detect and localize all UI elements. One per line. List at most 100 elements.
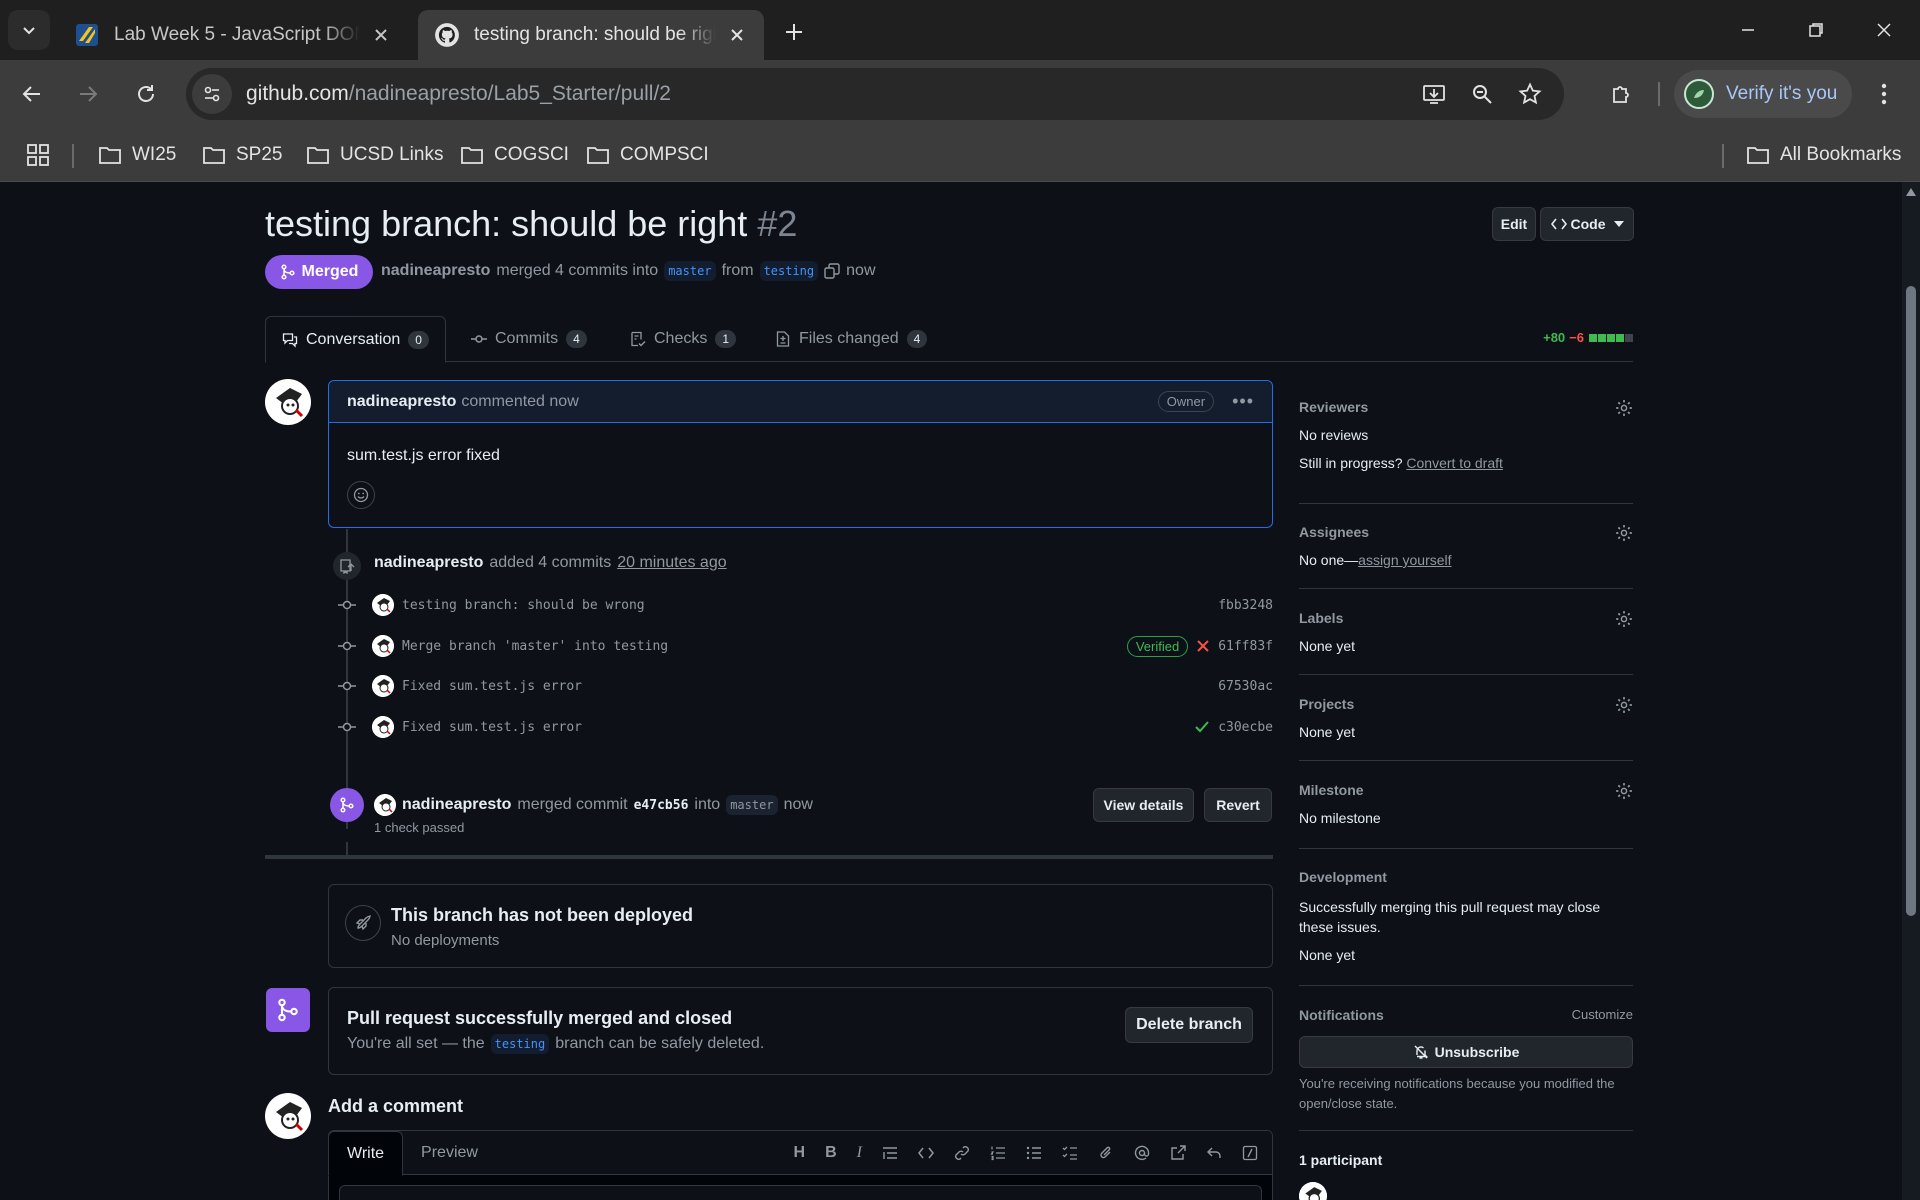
link-icon[interactable] — [954, 1145, 970, 1161]
gear-icon[interactable] — [1615, 399, 1633, 417]
ordered-list-icon[interactable] — [990, 1145, 1006, 1161]
commit-author-avatar[interactable] — [372, 635, 394, 657]
bookmark-folder-ucsd-links[interactable]: UCSD Links — [306, 140, 443, 170]
head-branch-label[interactable]: testing — [759, 261, 819, 281]
base-branch-label[interactable]: master — [664, 261, 716, 281]
bookmark-folder-wi25[interactable]: WI25 — [98, 140, 176, 170]
reload-button[interactable] — [126, 74, 166, 114]
check-pass-icon[interactable] — [1194, 720, 1210, 734]
gear-icon[interactable] — [1615, 524, 1633, 542]
page-scrollbar[interactable] — [1902, 182, 1920, 1200]
all-bookmarks-button[interactable]: All Bookmarks — [1746, 140, 1901, 170]
milestone-heading[interactable]: Milestone — [1299, 782, 1633, 798]
heading-icon[interactable]: H — [794, 1144, 806, 1162]
apps-button[interactable] — [26, 140, 60, 170]
unsubscribe-button[interactable]: Unsubscribe — [1299, 1036, 1633, 1068]
commit-message[interactable]: testing branch: should be wrong — [402, 598, 645, 613]
attach-icon[interactable] — [1098, 1145, 1114, 1161]
comment-author[interactable]: nadineapresto — [347, 393, 456, 411]
delete-branch-button[interactable]: Delete branch — [1125, 1007, 1253, 1043]
gear-icon[interactable] — [1615, 696, 1633, 714]
quote-icon[interactable] — [882, 1145, 898, 1161]
site-settings-icon[interactable] — [192, 74, 232, 114]
commit-author-avatar[interactable] — [372, 594, 394, 616]
close-tab-icon[interactable] — [370, 24, 392, 46]
comment-textarea[interactable] — [339, 1185, 1262, 1200]
bookmark-star-icon[interactable] — [1514, 78, 1546, 110]
browser-menu-button[interactable] — [1864, 74, 1904, 114]
commit-message[interactable]: Merge branch 'master' into testing — [402, 639, 668, 654]
projects-heading[interactable]: Projects — [1299, 696, 1633, 712]
close-window-button[interactable] — [1856, 10, 1912, 50]
scroll-up-icon[interactable] — [1906, 188, 1916, 196]
convert-to-draft-link[interactable]: Convert to draft — [1406, 455, 1503, 471]
edit-title-button[interactable]: Edit — [1492, 207, 1536, 241]
event-time[interactable]: 20 minutes ago — [617, 554, 726, 572]
browser-tab-lab-week[interactable]: Lab Week 5 - JavaScript DOM B — [58, 10, 408, 60]
merge-branch[interactable]: master — [726, 795, 778, 815]
participant-avatar[interactable] — [1299, 1182, 1327, 1200]
merge-author[interactable]: nadineapresto — [402, 796, 511, 814]
bookmark-folder-compsci[interactable]: COMPSCI — [586, 140, 709, 170]
reviewers-heading[interactable]: Reviewers — [1299, 399, 1633, 415]
labels-heading[interactable]: Labels — [1299, 610, 1633, 626]
comment-options-icon[interactable]: ••• — [1232, 391, 1254, 412]
verified-badge[interactable]: Verified — [1126, 635, 1189, 657]
forward-button[interactable] — [68, 74, 108, 114]
zoom-icon[interactable] — [1466, 78, 1498, 110]
merge-author-avatar[interactable] — [374, 794, 396, 816]
comment-author-avatar[interactable] — [265, 379, 311, 425]
pr-author-link[interactable]: nadineapresto — [381, 262, 490, 280]
install-app-icon[interactable] — [1418, 78, 1450, 110]
preview-tab[interactable]: Preview — [403, 1130, 496, 1175]
slash-commands-icon[interactable] — [1242, 1145, 1258, 1161]
address-bar[interactable]: github.com/nadineapresto/Lab5_Starter/pu… — [186, 68, 1564, 120]
code-icon[interactable] — [918, 1147, 934, 1159]
italic-icon[interactable]: I — [857, 1144, 862, 1162]
extensions-button[interactable] — [1602, 74, 1642, 114]
event-author[interactable]: nadineapresto — [374, 554, 483, 572]
assign-yourself-link[interactable]: assign yourself — [1358, 552, 1451, 568]
browser-tab-pull-request[interactable]: testing branch: should be right — [418, 10, 764, 60]
verify-profile-button[interactable]: Verify it's you — [1674, 70, 1852, 118]
back-button[interactable] — [12, 74, 52, 114]
commit-sha[interactable]: 61ff83f — [1218, 639, 1273, 654]
revert-button[interactable]: Revert — [1204, 788, 1272, 822]
cross-reference-icon[interactable] — [1170, 1144, 1186, 1161]
scrollbar-thumb[interactable] — [1906, 286, 1916, 916]
bookmark-folder-sp25[interactable]: SP25 — [202, 140, 282, 170]
tab-conversation[interactable]: Conversation 0 — [265, 316, 446, 363]
new-tab-button[interactable] — [776, 14, 812, 50]
commit-message[interactable]: Fixed sum.test.js error — [402, 679, 582, 694]
customize-link[interactable]: Customize — [1572, 1007, 1633, 1022]
commit-author-avatar[interactable] — [372, 716, 394, 738]
merge-sha[interactable]: e47cb56 — [634, 798, 689, 813]
commit-sha[interactable]: c30ecbe — [1218, 720, 1273, 735]
assignees-heading[interactable]: Assignees — [1299, 524, 1633, 540]
minimize-window-button[interactable] — [1720, 10, 1776, 50]
commit-message[interactable]: Fixed sum.test.js error — [402, 720, 582, 735]
tab-commits[interactable]: Commits 4 — [471, 316, 587, 362]
bookmark-folder-cogsci[interactable]: COGSCI — [460, 140, 569, 170]
write-tab[interactable]: Write — [328, 1131, 404, 1176]
x-fail-icon[interactable] — [1196, 639, 1210, 653]
task-list-icon[interactable] — [1062, 1145, 1078, 1161]
copy-icon[interactable] — [824, 263, 840, 279]
tab-checks[interactable]: Checks 1 — [630, 316, 737, 362]
commit-author-avatar[interactable] — [372, 675, 394, 697]
merged-box-branch[interactable]: testing — [490, 1034, 550, 1054]
unordered-list-icon[interactable] — [1026, 1145, 1042, 1161]
bold-icon[interactable]: B — [825, 1144, 837, 1162]
code-dropdown-button[interactable]: Code — [1540, 207, 1634, 241]
commit-sha[interactable]: fbb3248 — [1218, 598, 1273, 613]
close-tab-icon[interactable] — [726, 24, 748, 46]
add-reaction-button[interactable] — [347, 481, 375, 509]
tab-search-button[interactable] — [8, 10, 50, 50]
gear-icon[interactable] — [1615, 610, 1633, 628]
mention-icon[interactable] — [1134, 1145, 1150, 1161]
commit-sha[interactable]: 67530ac — [1218, 679, 1273, 694]
view-details-button[interactable]: View details — [1093, 788, 1194, 822]
restore-window-button[interactable] — [1788, 10, 1844, 50]
gear-icon[interactable] — [1615, 782, 1633, 800]
tab-files-changed[interactable]: Files changed 4 — [775, 316, 928, 362]
